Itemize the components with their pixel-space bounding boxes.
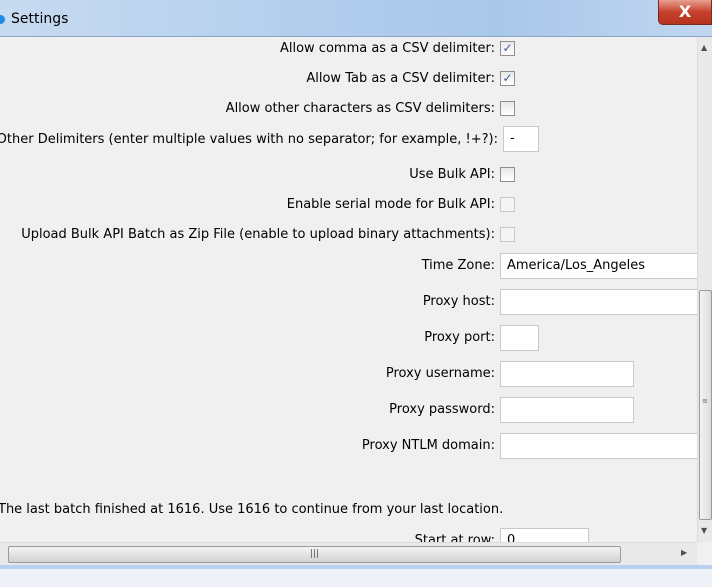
label: Allow Tab as a CSV delimiter:: [306, 71, 495, 86]
row-comma: Allow comma as a CSV delimiter: ✓: [0, 37, 697, 61]
other-delimiters-input[interactable]: -: [503, 126, 539, 152]
label: Allow comma as a CSV delimiter:: [279, 41, 495, 56]
horizontal-scrollbar[interactable]: ||| ▶: [0, 542, 697, 565]
start-row-input[interactable]: 0: [500, 528, 589, 542]
app-icon: [0, 15, 5, 24]
close-button[interactable]: X: [658, 0, 712, 25]
vertical-scroll-thumb[interactable]: ≡: [699, 290, 712, 520]
label: Proxy NTLM domain:: [361, 438, 495, 453]
label: Enable serial mode for Bulk API:: [286, 197, 495, 212]
row-last-batch: The last batch finished at 1616. Use 161…: [0, 499, 697, 523]
row-bulk: Use Bulk API:: [0, 163, 697, 187]
row-tab: Allow Tab as a CSV delimiter: ✓: [0, 67, 697, 91]
zip-upload-checkbox[interactable]: [500, 227, 515, 242]
proxy-password-input[interactable]: [500, 397, 634, 423]
label: Proxy username:: [385, 366, 495, 381]
use-bulk-api-checkbox[interactable]: [500, 167, 515, 182]
status-bar: [0, 565, 712, 587]
label: Allow other characters as CSV delimiters…: [225, 101, 495, 116]
row-proxy-password: Proxy password:: [0, 397, 697, 423]
label: Proxy host:: [422, 294, 495, 309]
row-serial: Enable serial mode for Bulk API:: [0, 193, 697, 217]
row-proxy-port: Proxy port:: [0, 325, 697, 351]
scroll-up-icon[interactable]: ▲: [701, 43, 707, 52]
label: Proxy password:: [389, 402, 495, 417]
row-proxy-ntlm: Proxy NTLM domain:: [0, 433, 697, 459]
label: Upload Bulk API Batch as Zip File (enabl…: [21, 227, 495, 242]
last-batch-message: The last batch finished at 1616. Use 161…: [0, 502, 504, 517]
vertical-scrollbar[interactable]: ▲ ≡ ▼: [697, 37, 712, 542]
resize-grip-icon[interactable]: [697, 542, 712, 565]
proxy-host-input[interactable]: [500, 289, 697, 315]
tab-delimiter-checkbox[interactable]: ✓: [500, 71, 515, 86]
row-proxy-host: Proxy host:: [0, 289, 697, 315]
label: Use Bulk API:: [409, 167, 495, 182]
time-zone-input[interactable]: America/Los_Angeles: [500, 253, 697, 279]
row-zip: Upload Bulk API Batch as Zip File (enabl…: [0, 223, 697, 247]
serial-mode-checkbox[interactable]: [500, 197, 515, 212]
other-delimiters-checkbox[interactable]: [500, 101, 515, 116]
row-timezone: Time Zone: America/Los_Angeles: [0, 253, 697, 279]
comma-delimiter-checkbox[interactable]: ✓: [500, 41, 515, 56]
label: Proxy port:: [424, 330, 495, 345]
scroll-down-icon[interactable]: ▼: [701, 526, 707, 535]
row-start-row: Start at row: 0: [0, 528, 697, 542]
label: Other Delimiters (enter multiple values …: [0, 132, 498, 147]
proxy-ntlm-domain-input[interactable]: [500, 433, 697, 459]
row-other-delims: Other Delimiters (enter multiple values …: [0, 126, 697, 154]
horizontal-scroll-thumb[interactable]: |||: [8, 546, 621, 563]
row-other: Allow other characters as CSV delimiters…: [0, 97, 697, 121]
settings-panel: Allow comma as a CSV delimiter: ✓ Allow T…: [0, 37, 697, 542]
label: Time Zone:: [421, 258, 495, 273]
window-title: Settings: [11, 11, 69, 27]
row-proxy-username: Proxy username:: [0, 361, 697, 387]
title-bar: Settings X: [0, 0, 712, 37]
proxy-username-input[interactable]: [500, 361, 634, 387]
proxy-port-input[interactable]: [500, 325, 539, 351]
label: Start at row:: [414, 533, 495, 542]
scroll-right-icon[interactable]: ▶: [681, 548, 687, 557]
